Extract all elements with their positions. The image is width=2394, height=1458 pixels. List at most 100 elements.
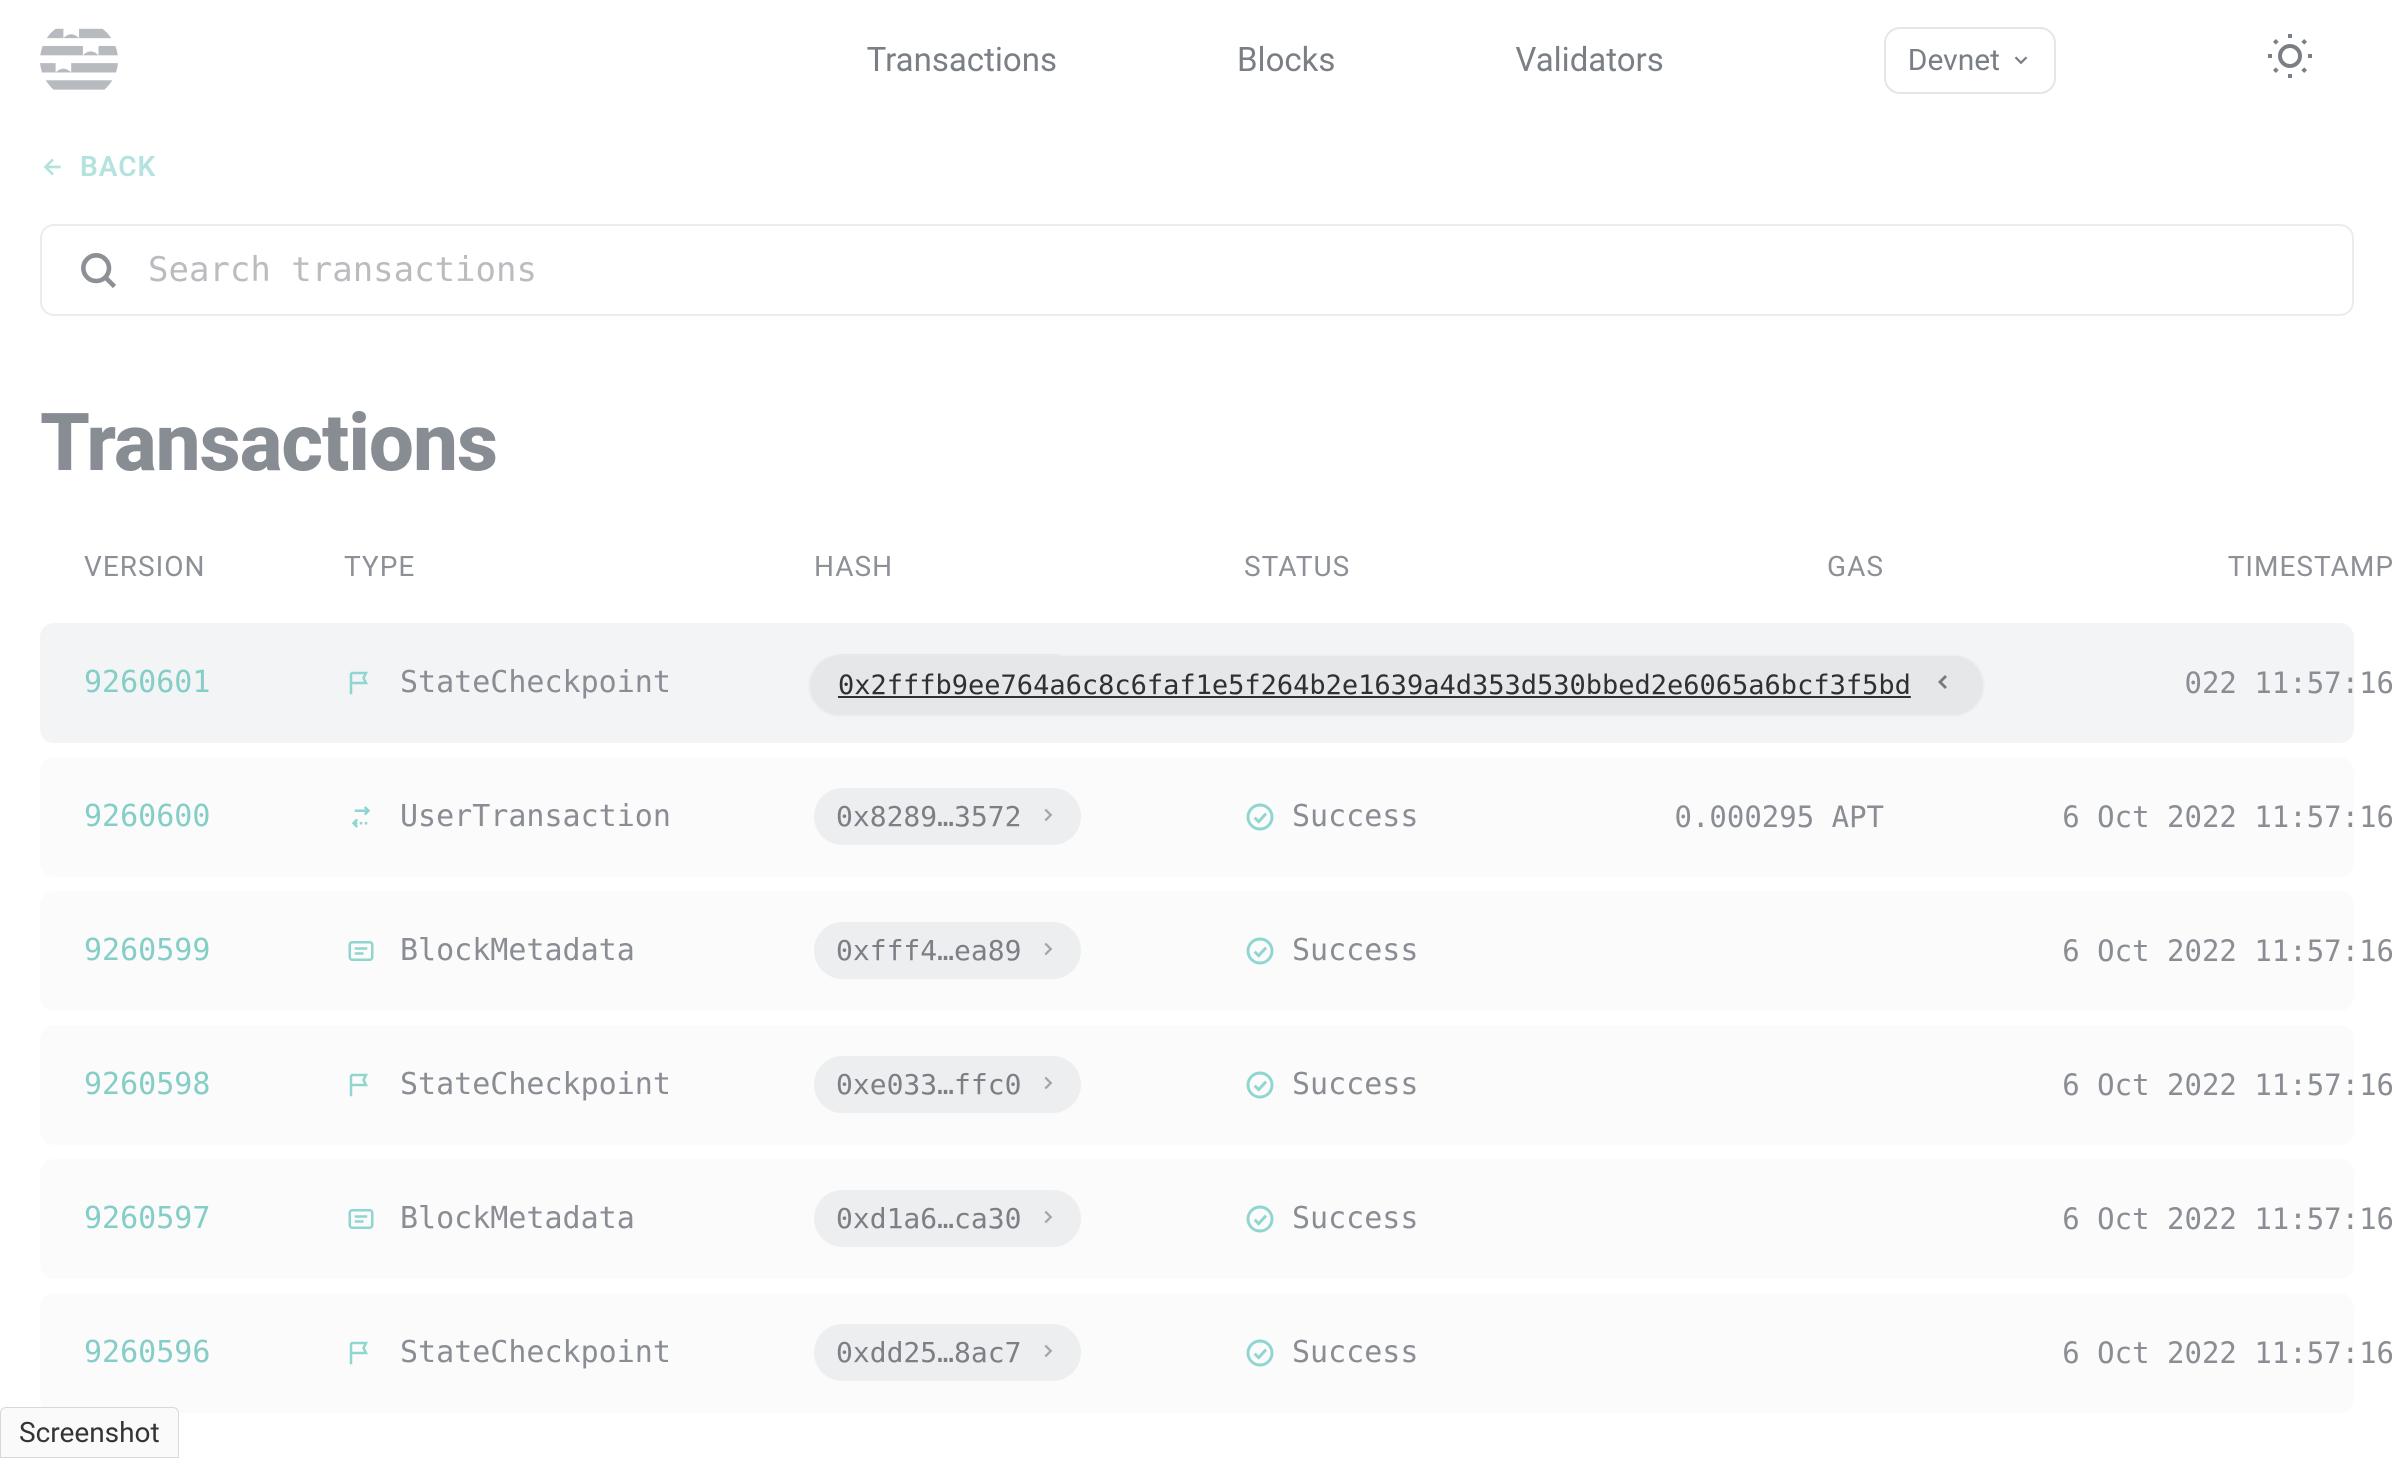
hash-cell: 0xe033…ffc0 [814,1056,1244,1113]
screenshot-badge: Screenshot [0,1407,179,1458]
hash-pill[interactable]: 0xfff4…ea89 [814,922,1081,979]
version-link[interactable]: 9260597 [84,1201,210,1236]
version-cell: 9260599 [84,933,344,968]
chevron-right-icon [1037,934,1059,967]
back-label: BACK [80,150,156,183]
type-label: BlockMetadata [400,933,635,968]
nav-validators[interactable]: Validators [1515,41,1663,80]
block-icon [344,1202,378,1236]
chevron-right-icon [1037,1068,1059,1101]
search-icon [76,248,120,292]
hash-pill[interactable]: 0x8289…3572 [814,788,1081,845]
th-gas: GAS [1644,550,1904,583]
arrow-left-icon [40,154,66,180]
version-link[interactable]: 9260600 [84,799,210,834]
table-row[interactable]: 9260597BlockMetadata0xd1a6…ca30Success6 … [40,1159,2354,1279]
transactions-table: VERSION TYPE HASH STATUS GAS TIMESTAMP 9… [40,550,2354,1413]
type-cell: StateCheckpoint [344,665,814,700]
search-box[interactable] [40,224,2354,316]
timestamp-cell: 6 Oct 2022 11:57:16 [1904,934,2394,968]
status-label: Success [1292,933,1418,968]
type-label: BlockMetadata [400,1201,635,1236]
hash-short: 0xe033…ffc0 [836,1068,1021,1101]
flag-icon [344,1068,378,1102]
hash-cell: 0xfff4…ea89 [814,922,1244,979]
th-status: STATUS [1244,550,1644,583]
sun-icon [2266,32,2314,80]
check-circle-icon [1244,801,1276,833]
table-row[interactable]: 9260599BlockMetadata0xfff4…ea89Success6 … [40,891,2354,1011]
transfer-icon [344,800,378,834]
hash-pill[interactable]: 0xd1a6…ca30 [814,1190,1081,1247]
check-circle-icon [1244,1069,1276,1101]
type-cell: UserTransaction [344,799,814,834]
nav-transactions[interactable]: Transactions [867,41,1057,80]
type-cell: BlockMetadata [344,933,814,968]
status-label: Success [1292,1201,1418,1236]
type-cell: StateCheckpoint [344,1335,814,1370]
version-link[interactable]: 9260601 [84,665,210,700]
version-cell: 9260601 [84,665,344,700]
type-label: StateCheckpoint [400,1067,671,1102]
chevron-down-icon [2010,49,2032,71]
status-label: Success [1292,1335,1418,1370]
timestamp-cell: 6 Oct 2022 11:57:16 [1904,1202,2394,1236]
hash-cell: 0xd1a6…ca30 [814,1190,1244,1247]
hash-short: 0x8289…3572 [836,800,1021,833]
th-version: VERSION [84,550,344,583]
table-header: VERSION TYPE HASH STATUS GAS TIMESTAMP [40,550,2354,623]
flag-icon [344,1336,378,1370]
type-cell: BlockMetadata [344,1201,814,1236]
check-circle-icon [1244,935,1276,967]
type-cell: StateCheckpoint [344,1067,814,1102]
timestamp-cell: 6 Oct 2022 11:57:16 [1904,1336,2394,1370]
th-timestamp: TIMESTAMP [1904,550,2394,583]
hash-short: 0xd1a6…ca30 [836,1202,1021,1235]
search-input[interactable] [146,249,2318,291]
hash-pill[interactable]: 0xe033…ffc0 [814,1056,1081,1113]
gas-cell: 0.000295 APT [1644,800,1904,834]
timestamp-cell: 6 Oct 2022 11:57:16 [1904,1068,2394,1102]
chevron-right-icon [1037,1336,1059,1369]
status-cell: Success [1244,1067,1644,1102]
chevron-left-icon [1931,670,1955,701]
back-link[interactable]: BACK [40,150,156,183]
version-cell: 9260597 [84,1201,344,1236]
version-cell: 9260600 [84,799,344,834]
status-label: Success [1292,799,1418,834]
version-link[interactable]: 9260596 [84,1335,210,1370]
block-icon [344,934,378,968]
chevron-right-icon [1037,800,1059,833]
chevron-right-icon [1037,1202,1059,1235]
hash-cell: 0x8289…3572 [814,788,1244,845]
status-cell: Success [1244,1335,1644,1370]
version-cell: 9260596 [84,1335,344,1370]
hash-full[interactable]: 0x2fffb9ee764a6c8c6faf1e5f264b2e1639a4d3… [838,670,1911,701]
table-row[interactable]: 9260596 StateCheckpoint 0xdd25…8ac7 Success… [40,1293,2354,1413]
table-body: 9260601StateCheckpoint0x2fff…f5bdSuccess… [40,623,2354,1413]
type-label: StateCheckpoint [400,1335,671,1370]
th-hash: HASH [814,550,1244,583]
top-nav: Transactions Blocks Validators Devnet [118,27,2354,94]
check-circle-icon [1244,1203,1276,1235]
network-selector[interactable]: Devnet [1884,27,2056,94]
type-label: StateCheckpoint [400,665,671,700]
status-cell: Success [1244,933,1644,968]
status-cell: Success [1244,799,1644,834]
version-link[interactable]: 9260598 [84,1067,210,1102]
logo[interactable] [40,21,118,99]
nav-blocks[interactable]: Blocks [1237,41,1335,80]
check-circle-icon [1244,1337,1276,1369]
theme-toggle[interactable] [2266,32,2314,89]
hash-short: 0xdd25…8ac7 [836,1336,1021,1369]
version-link[interactable]: 9260599 [84,933,210,968]
status-cell: Success [1244,1201,1644,1236]
app-header: Transactions Blocks Validators Devnet [0,0,2394,120]
network-label: Devnet [1908,43,2000,78]
hash-pill[interactable]: 0xdd25…8ac7 [814,1324,1081,1381]
table-row[interactable]: 9260598 StateCheckpoint 0xe033…ffc0 Success… [40,1025,2354,1145]
table-row[interactable]: 9260600 UserTransaction 0x8289…3572 Success… [40,757,2354,877]
hash-tooltip[interactable]: 0x2fffb9ee764a6c8c6faf1e5f264b2e1639a4d3… [810,656,1983,715]
status-label: Success [1292,1067,1418,1102]
type-label: UserTransaction [400,799,671,834]
